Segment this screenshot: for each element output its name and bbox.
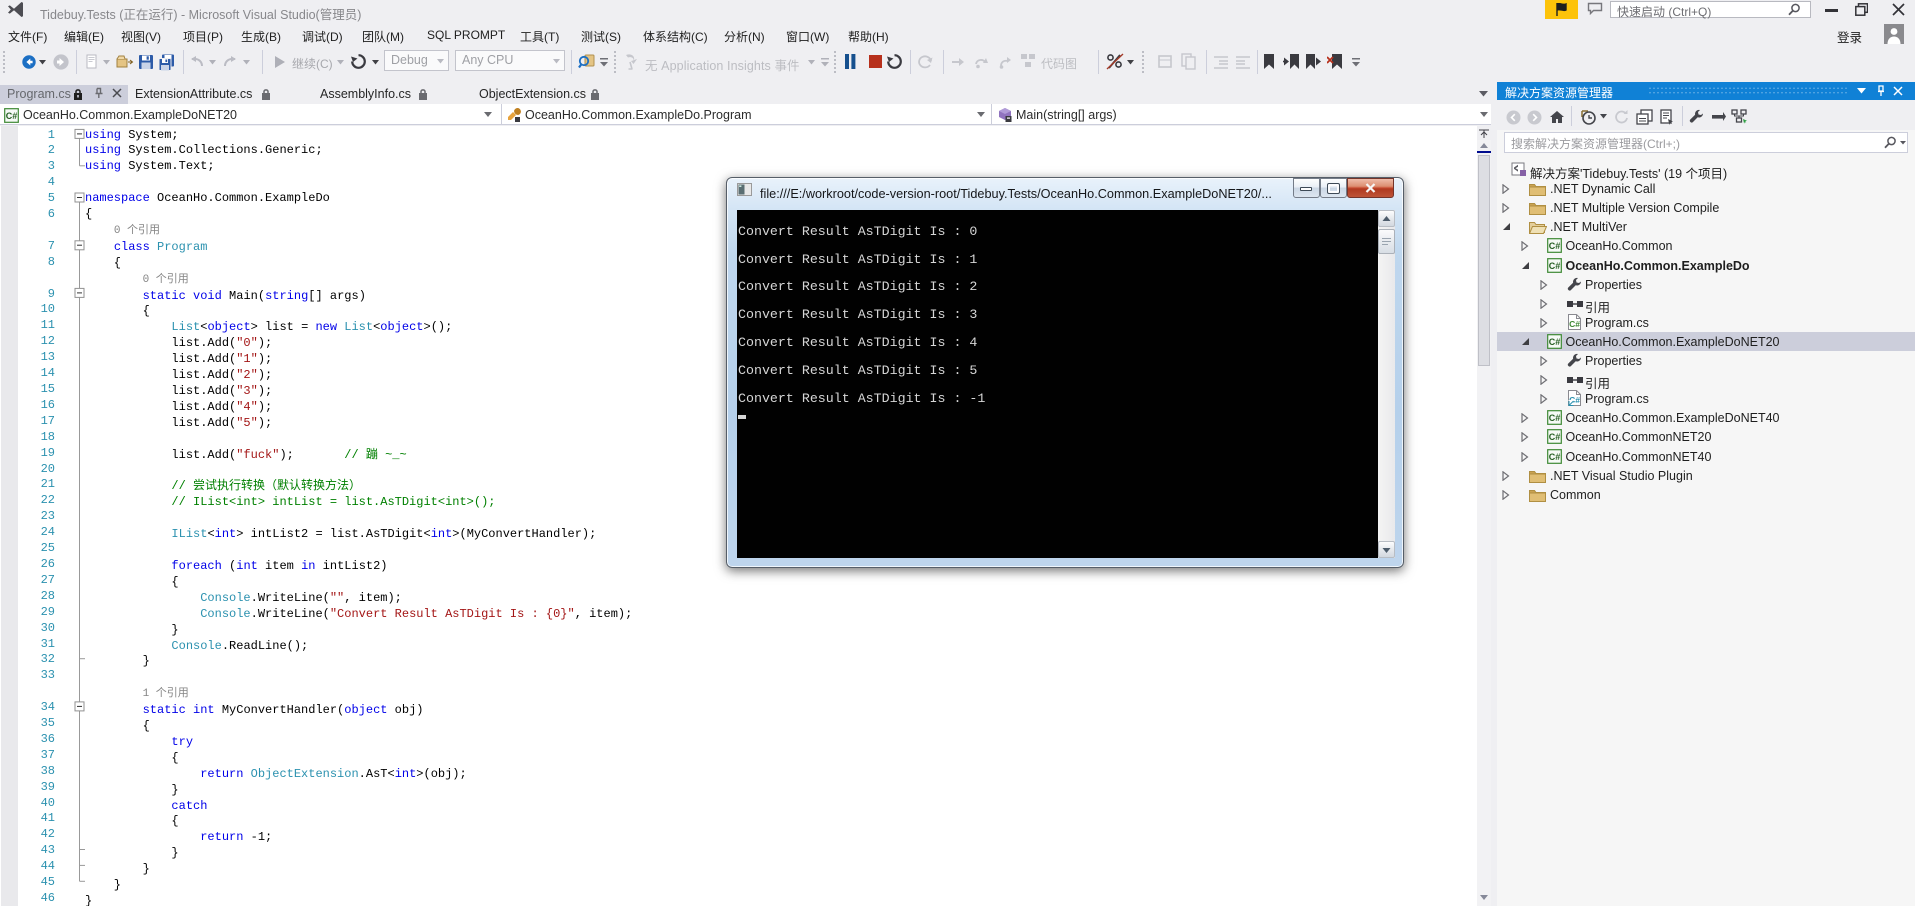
svg-text:C#: C# — [1549, 432, 1561, 442]
svg-text:C#: C# — [1549, 241, 1561, 251]
svg-text:C#: C# — [1549, 337, 1561, 347]
svg-text:C#: C# — [1549, 261, 1561, 271]
svg-text:C#: C# — [1569, 319, 1580, 329]
svg-text:C#: C# — [1549, 413, 1561, 423]
svg-text:C#: C# — [1549, 452, 1561, 462]
